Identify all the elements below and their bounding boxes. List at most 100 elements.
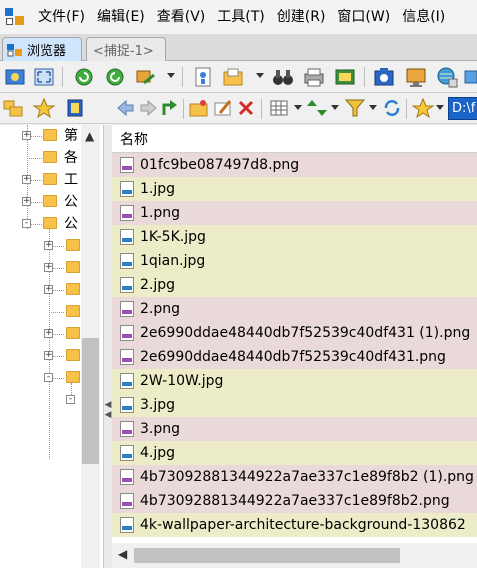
fullscreen-icon[interactable] [33,66,55,88]
capture-icon[interactable] [373,66,395,88]
file-row[interactable]: 2W-10W.jpg [112,369,477,393]
rotate-left-icon[interactable] [73,66,95,88]
file-row[interactable]: 4.jpg [112,441,477,465]
browser-tab-icon [7,43,23,57]
folder-icon [43,195,57,207]
file-row[interactable]: 4b73092881344922a7ae337c1e89f8b2 (1).png [112,465,477,489]
tree-expander[interactable]: + [22,131,31,140]
scroll-up-arrow-icon[interactable]: ▲ [85,129,94,143]
delete-icon[interactable] [235,97,257,119]
menu-create[interactable]: 创建(R) [271,0,332,34]
tree-node[interactable]: + 第 [0,125,81,147]
print-icon[interactable] [303,66,325,88]
tree-child-node[interactable]: + [0,345,81,367]
menu-file[interactable]: 文件(F) [32,0,91,34]
catalog-pane-icon[interactable] [64,97,86,119]
tree-child-node[interactable] [0,301,81,323]
tree-child-node[interactable]: + [0,235,81,257]
tree-expander[interactable]: - [66,395,75,404]
thumbnail-view-icon[interactable] [268,97,290,119]
batch-convert-icon[interactable] [135,66,157,88]
file-row[interactable]: 1qian.jpg [112,249,477,273]
tree-child-node[interactable]: - [0,367,81,389]
collapse-grip-icon[interactable]: ◀ ◀ [104,400,112,420]
file-name: 3.png [140,421,181,437]
view-image-icon[interactable] [4,66,26,88]
file-row[interactable]: 3.png [112,417,477,441]
menu-info[interactable]: 信息(I) [396,0,451,34]
menu-tools[interactable]: 工具(T) [211,0,270,34]
file-row[interactable]: 2.png [112,297,477,321]
tree-expander[interactable]: + [44,241,53,250]
file-list: 名称 01fc9be087497d8.png 1.jpg 1.png 1K-5K.jp… [112,125,477,568]
file-row[interactable]: 1.jpg [112,177,477,201]
forward-arrow-icon[interactable] [137,97,159,119]
jpg-file-icon [120,373,134,389]
filter-dropdown-arrow[interactable] [369,105,377,110]
column-header-name[interactable]: 名称 [112,125,477,153]
file-name: 2.png [140,301,181,317]
tree-child-node[interactable]: + [0,279,81,301]
tree-expander[interactable]: + [22,175,31,184]
jpg-file-icon [120,445,134,461]
tree-vertical-scrollbar[interactable]: ▲ [81,125,100,568]
tree-child-node[interactable]: + [0,257,81,279]
up-folder-icon[interactable] [159,97,181,119]
web-icon[interactable] [436,66,458,88]
view-dropdown-arrow[interactable] [294,105,302,110]
tree-scroll-thumb[interactable] [82,338,99,464]
back-arrow-icon[interactable] [115,97,137,119]
favorites-pane-icon[interactable] [32,97,56,119]
file-row[interactable]: 1.png [112,201,477,225]
binoculars-icon[interactable] [272,66,294,88]
menu-view[interactable]: 查看(V) [151,0,212,34]
more-tool-icon[interactable] [463,66,477,88]
tab-browser[interactable]: 浏览器 [2,37,82,61]
folders-pane-icon[interactable] [2,97,24,119]
file-row[interactable]: 2e6990ddae48440db7f52539c40df431 (1).png [112,321,477,345]
tree-node[interactable]: + 工 [0,169,81,191]
filter-icon[interactable] [344,97,366,119]
tree-expander[interactable]: + [44,285,53,294]
horizontal-scrollbar[interactable]: ◀ [112,543,477,568]
pane-splitter[interactable]: ◀ ◀ [104,125,112,568]
add-favorite-icon[interactable] [411,97,435,119]
scroll-left-arrow-icon[interactable]: ◀ [118,547,127,561]
horizontal-scroll-thumb[interactable] [134,548,400,563]
file-row[interactable]: 3.jpg [112,393,477,417]
properties-icon[interactable] [192,66,214,88]
new-folder-icon[interactable] [188,97,210,119]
batch-dropdown-arrow[interactable] [167,73,175,78]
file-row[interactable]: 4k-wallpaper-architecture-background-130… [112,513,477,537]
tree-expander[interactable]: + [44,351,53,360]
refresh-icon[interactable] [381,97,403,119]
open-folder-icon[interactable] [222,66,244,88]
file-row[interactable]: 4b73092881344922a7ae337c1e89f8b2.png [112,489,477,513]
tree-child-node[interactable]: + [0,323,81,345]
tree-node[interactable]: - 公 [0,213,81,235]
menu-window[interactable]: 窗口(W) [331,0,396,34]
tree-expander[interactable]: - [22,219,31,228]
path-input[interactable]: D:\f [448,97,477,120]
file-row[interactable]: 2.jpg [112,273,477,297]
desktop-icon[interactable] [405,66,427,88]
open-dropdown-arrow[interactable] [256,73,264,78]
slideshow-icon[interactable] [334,66,356,88]
tree-expander[interactable]: - [44,373,53,382]
tree-node[interactable]: + 公 [0,191,81,213]
tab-capture[interactable]: <捕捉-1> [86,37,166,61]
tree-expander[interactable]: + [22,197,31,206]
rename-icon[interactable] [212,97,234,119]
tree-grandchild-node[interactable]: - [0,389,81,411]
tree-node[interactable]: 各 [0,147,81,169]
file-row[interactable]: 01fc9be087497d8.png [112,153,477,177]
file-row[interactable]: 2e6990ddae48440db7f52539c40df431.png [112,345,477,369]
menu-edit[interactable]: 编辑(E) [91,0,151,34]
rotate-right-icon[interactable] [104,66,126,88]
file-row[interactable]: 1K-5K.jpg [112,225,477,249]
tree-expander[interactable]: + [44,263,53,272]
sort-icon[interactable] [306,97,328,119]
sort-dropdown-arrow[interactable] [331,105,339,110]
favorite-dropdown-arrow[interactable] [436,105,444,110]
tree-expander[interactable]: + [44,329,53,338]
